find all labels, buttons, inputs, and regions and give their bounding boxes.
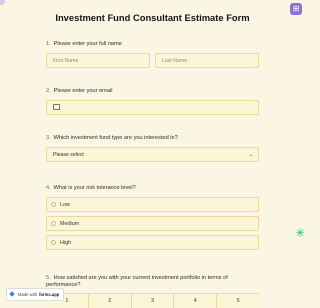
question-3-text: Which investment fund type are you inter… xyxy=(53,135,178,141)
sparkle-icon: ✳ xyxy=(295,226,306,240)
question-1-label: 1. Please enter your full name xyxy=(46,41,261,48)
question-3-label: 3. Which investment fund type are you int… xyxy=(46,135,261,142)
question-2-label: 2. Please enter your email xyxy=(46,88,261,95)
risk-option-medium[interactable]: Medium xyxy=(46,216,259,231)
form-title: Investment Fund Consultant Estimate Form xyxy=(55,12,250,23)
radio-icon[interactable] xyxy=(51,240,56,245)
question-5-label: 5. How satisfied are you with your curren… xyxy=(46,275,261,289)
question-3-number: 3. xyxy=(46,135,51,141)
risk-option-low[interactable]: Low xyxy=(46,197,259,212)
satisfaction-scale: 1 2 3 4 5 xyxy=(46,293,259,308)
question-4-number: 4. xyxy=(46,185,51,191)
question-4-text: What is your risk tolerance level? xyxy=(53,185,136,191)
question-1-text: Please enter your full name xyxy=(53,41,122,47)
email-field[interactable] xyxy=(46,100,259,115)
badge-prefix: Made with xyxy=(18,292,38,297)
question-5-text: How satisfied are you with your current … xyxy=(46,275,228,288)
risk-option-label: High xyxy=(60,240,72,246)
corner-decoration xyxy=(0,0,5,5)
made-with-badge[interactable]: Made with forms.app xyxy=(6,288,65,301)
risk-option-label: Medium xyxy=(60,221,80,227)
first-name-placeholder: First Name xyxy=(53,58,79,64)
fund-type-value: Please select xyxy=(53,152,84,158)
badge-brand: forms.app xyxy=(39,292,60,297)
first-name-field[interactable]: First Name xyxy=(46,53,150,68)
radio-icon[interactable] xyxy=(51,202,56,207)
scale-option-3[interactable]: 3 xyxy=(130,294,174,308)
scale-option-5[interactable]: 5 xyxy=(216,294,259,308)
risk-option-label: Low xyxy=(60,202,70,208)
question-2-text: Please enter your email xyxy=(53,88,113,94)
question-5-number: 5. xyxy=(46,275,51,281)
question-1-number: 1. xyxy=(46,41,51,47)
fund-type-select[interactable]: Please select ⌄ xyxy=(46,147,259,162)
question-2-number: 2. xyxy=(46,88,51,94)
risk-option-high[interactable]: High xyxy=(46,235,259,250)
last-name-field[interactable]: Last Name xyxy=(155,53,259,68)
forms-app-logo-icon xyxy=(9,291,16,298)
chevron-down-icon: ⌄ xyxy=(248,152,253,158)
mail-icon xyxy=(53,104,60,111)
scale-option-2[interactable]: 2 xyxy=(87,294,131,308)
question-4-label: 4. What is your risk tolerance level? xyxy=(46,185,261,192)
scale-option-4[interactable]: 4 xyxy=(173,294,217,308)
last-name-placeholder: Last Name xyxy=(162,58,188,64)
radio-icon[interactable] xyxy=(51,221,56,226)
